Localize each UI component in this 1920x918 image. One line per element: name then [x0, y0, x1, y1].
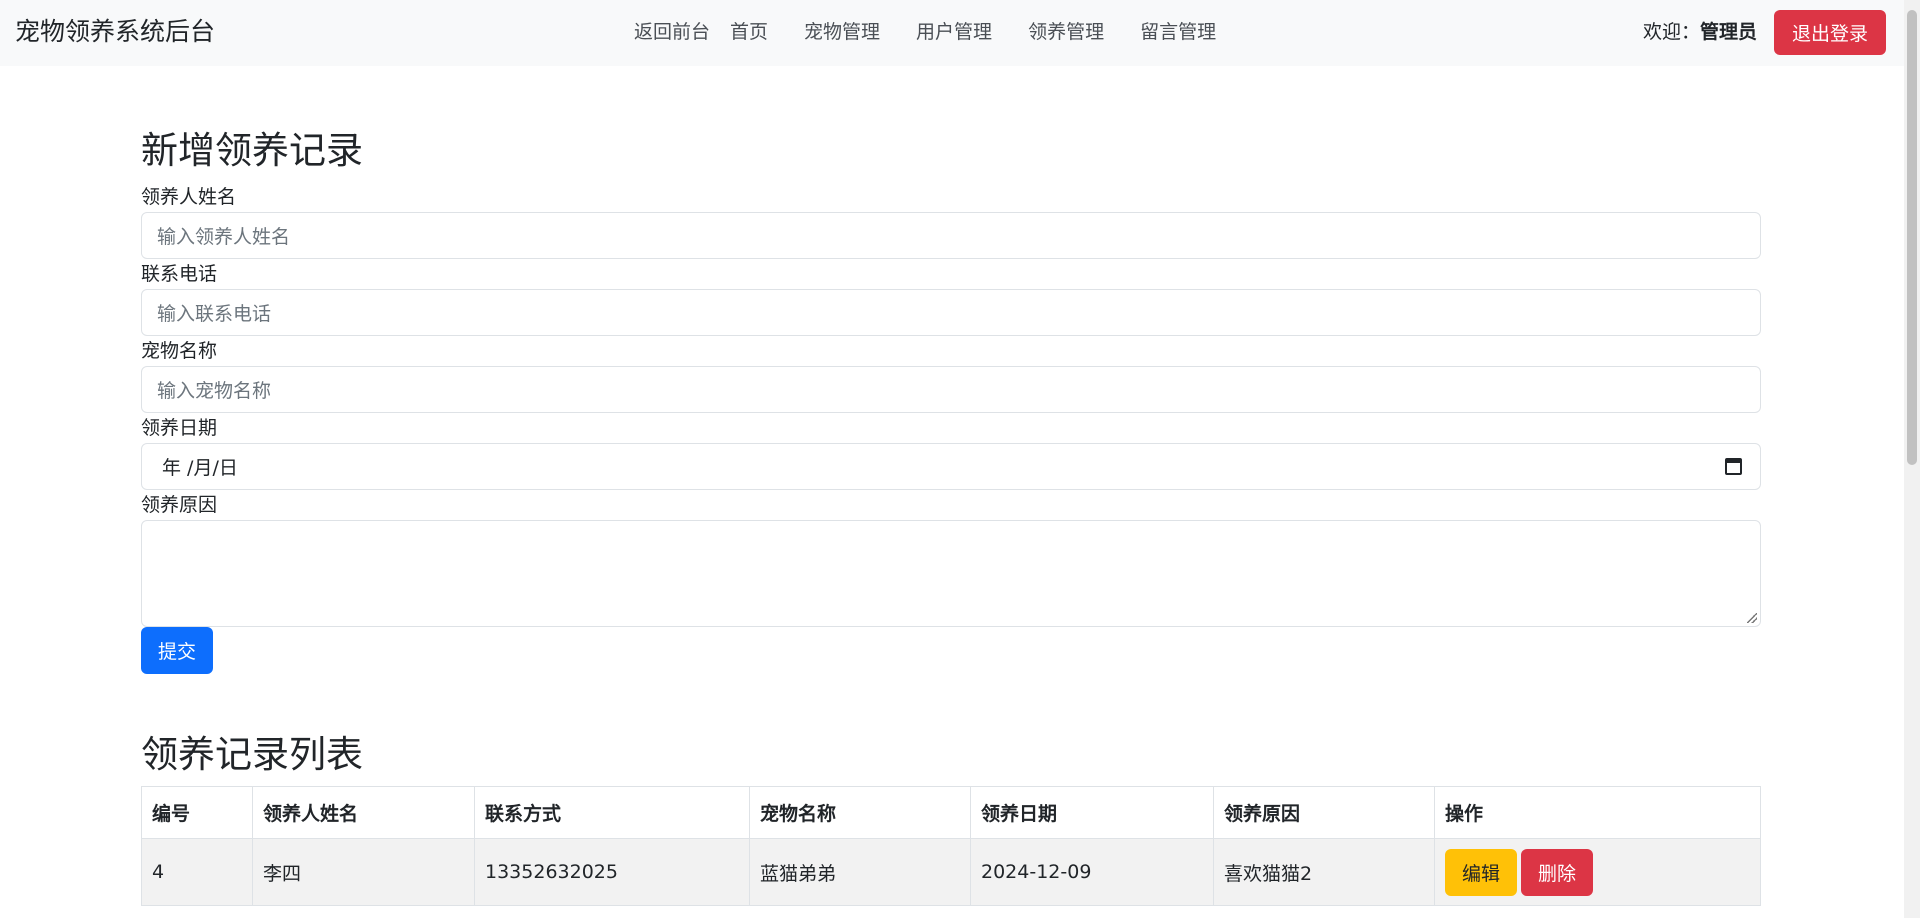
- cell-reason: 喜欢猫猫2: [1213, 838, 1435, 906]
- nav-link-messages[interactable]: 留言管理: [1140, 18, 1216, 46]
- nav-link-users[interactable]: 用户管理: [916, 18, 992, 46]
- cell-date: 2024-12-09: [970, 838, 1214, 906]
- table-header-row: 编号 领养人姓名 联系方式 宠物名称 领养日期 领养原因 操作: [141, 786, 1761, 839]
- cell-pet: 蓝猫弟弟: [749, 838, 971, 906]
- header-reason: 领养原因: [1213, 786, 1435, 839]
- header-phone: 联系方式: [474, 786, 750, 839]
- logout-button[interactable]: 退出登录: [1774, 10, 1886, 55]
- pet-input[interactable]: 输入宠物名称: [141, 366, 1761, 413]
- header-id: 编号: [141, 786, 253, 839]
- name-label: 领养人姓名: [141, 186, 237, 208]
- brand-title[interactable]: 宠物领养系统后台: [15, 15, 215, 49]
- pet-label: 宠物名称: [141, 340, 218, 362]
- header-name: 领养人姓名: [252, 786, 475, 839]
- pet-placeholder: 输入宠物名称: [157, 380, 272, 402]
- date-label: 领养日期: [141, 417, 218, 439]
- nav-link-frontend[interactable]: 返回前台: [634, 18, 710, 46]
- nav-link-home[interactable]: 首页: [730, 18, 768, 46]
- name-input[interactable]: 输入领养人姓名: [141, 212, 1761, 259]
- name-placeholder: 输入领养人姓名: [157, 226, 291, 248]
- table-row: 4 李四 13352632025 蓝猫弟弟 2024-12-09 喜欢猫猫2 编…: [141, 838, 1761, 906]
- phone-input[interactable]: 输入联系电话: [141, 289, 1761, 336]
- header-actions: 操作: [1434, 786, 1761, 839]
- welcome-prefix: 欢迎：: [1643, 21, 1701, 43]
- edit-button[interactable]: 编辑: [1445, 848, 1517, 896]
- date-value: 年 /月/日: [162, 457, 238, 479]
- welcome-text: 欢迎：管理员: [1643, 18, 1757, 46]
- header-pet: 宠物名称: [749, 786, 971, 839]
- form-title: 新增领养记录: [141, 129, 363, 172]
- welcome-user: 管理员: [1700, 21, 1758, 43]
- date-input[interactable]: 年 /月/日: [141, 443, 1761, 490]
- phone-placeholder: 输入联系电话: [157, 303, 272, 325]
- cell-phone: 13352632025: [474, 838, 750, 906]
- phone-label: 联系电话: [141, 263, 218, 285]
- reason-label: 领养原因: [141, 494, 218, 516]
- top-navbar: 宠物领养系统后台 返回前台 首页 宠物管理 用户管理 领养管理 留言管理 欢迎：…: [0, 0, 1904, 66]
- header-date: 领养日期: [970, 786, 1214, 839]
- adoption-table: 编号 领养人姓名 联系方式 宠物名称 领养日期 领养原因 操作 4 李四 133…: [141, 786, 1761, 906]
- delete-button[interactable]: 删除: [1521, 848, 1593, 896]
- cell-actions: 编辑 删除: [1434, 838, 1761, 906]
- cell-id: 4: [141, 838, 253, 906]
- resize-grip-icon[interactable]: [1747, 613, 1757, 623]
- cell-name: 李四: [252, 838, 475, 906]
- calendar-icon[interactable]: [1725, 458, 1742, 475]
- reason-textarea[interactable]: [141, 520, 1761, 627]
- nav-link-pets[interactable]: 宠物管理: [804, 18, 880, 46]
- page-scrollbar[interactable]: [1904, 0, 1920, 918]
- scrollbar-thumb[interactable]: [1907, 10, 1917, 465]
- nav-links: 返回前台 首页 宠物管理 用户管理 领养管理 留言管理: [634, 18, 1236, 46]
- nav-link-adoptions[interactable]: 领养管理: [1028, 18, 1104, 46]
- list-title: 领养记录列表: [141, 733, 363, 776]
- submit-button[interactable]: 提交: [141, 627, 213, 674]
